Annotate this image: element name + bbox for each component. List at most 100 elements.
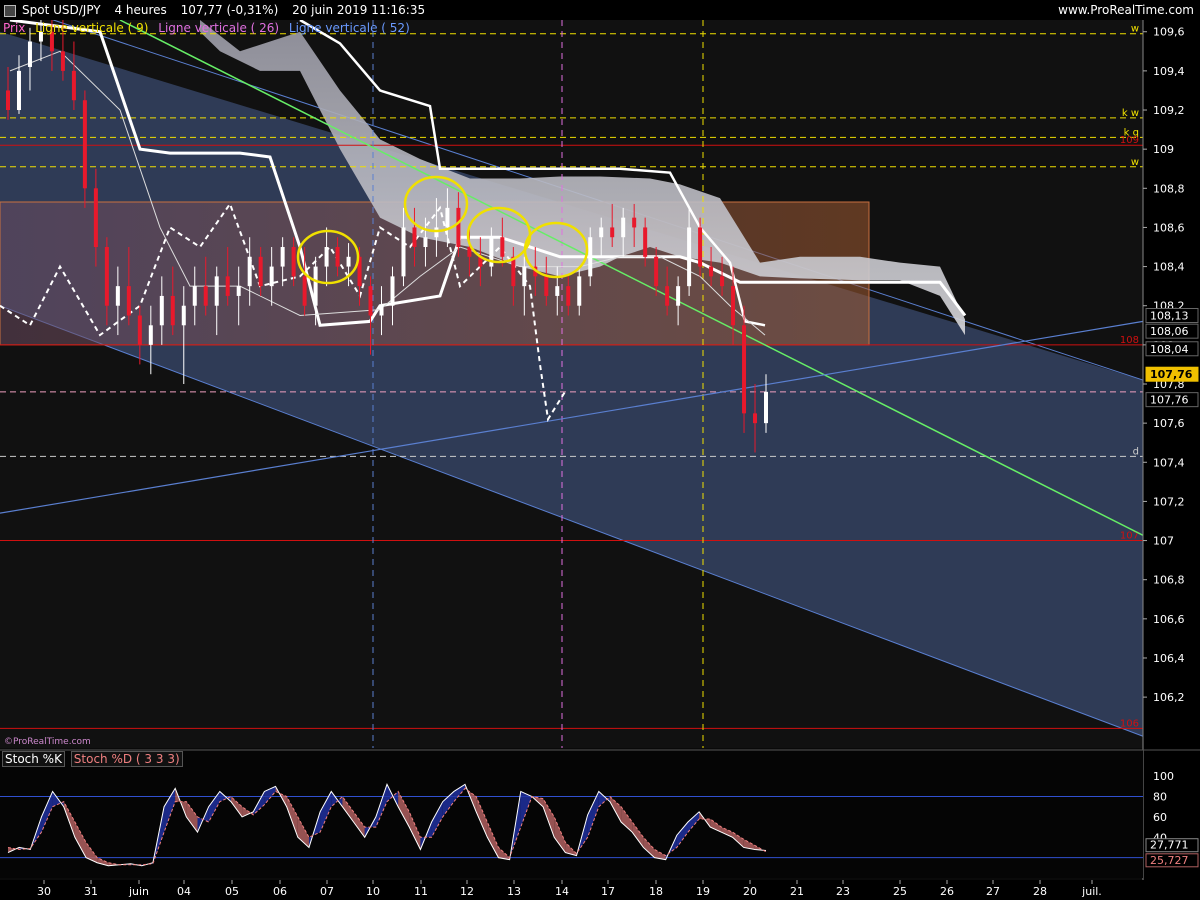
candle-body-54: [599, 227, 604, 238]
x-tick-label-1: 31: [84, 885, 98, 898]
x-tick-label-11: 14: [555, 885, 569, 898]
x-tick-label-4: 05: [225, 885, 239, 898]
level-label-6: d: [1133, 446, 1139, 457]
candle-body-39: [434, 227, 439, 238]
stoch-pane-bg: [0, 750, 1143, 878]
y-tick-label-10: 107,6: [1153, 417, 1185, 430]
stoch-k-label[interactable]: Stoch %K: [2, 751, 65, 767]
candle-body-29: [324, 247, 329, 267]
candle-body-61: [676, 286, 681, 306]
x-tick-label-14: 19: [696, 885, 710, 898]
candle-body-22: [247, 256, 252, 287]
candle-body-11: [126, 286, 131, 316]
candle-body-20: [225, 276, 230, 296]
candle-body-15: [170, 295, 175, 326]
candle-body-52: [577, 276, 582, 306]
legend-prix[interactable]: Prix: [2, 21, 26, 35]
x-tick-label-20: 27: [986, 885, 1000, 898]
chart-header: Spot USD/JPY 4 heures 107,77 (-0,31%) 20…: [0, 0, 1200, 20]
y-tick-label-5: 108,6: [1153, 221, 1185, 234]
candle-body-8: [93, 188, 98, 248]
candle-body-47: [522, 266, 527, 287]
candle-body-5: [60, 51, 65, 71]
candle-body-57: [632, 217, 637, 228]
candle-body-14: [159, 295, 164, 326]
candle-body-62: [687, 227, 692, 287]
level-label-8: 106: [1120, 718, 1139, 729]
x-tick-label-12: 17: [601, 885, 615, 898]
price-tag-1: 108,06: [1150, 325, 1189, 338]
stoch-legend: Stoch %K Stoch %D ( 3 3 3): [2, 751, 185, 767]
y-tick-label-1: 109,4: [1153, 65, 1185, 78]
quote: 107,77 (-0,31%): [180, 3, 279, 17]
chart-window: wk wk q 109 w 108 d 107 106 109,6 109,4 109,2 109…: [0, 0, 1200, 900]
candle-body-66: [731, 286, 736, 326]
candle-body-51: [566, 286, 571, 306]
legend-vertical-9[interactable]: Ligne verticale ( 9): [34, 21, 149, 35]
candle-body-36: [401, 227, 406, 277]
stoch-d-value: 25,727: [1150, 854, 1189, 867]
x-tick-label-6: 07: [320, 885, 334, 898]
price-tag-2: 108,04: [1150, 343, 1189, 356]
candle-body-28: [313, 266, 318, 306]
x-tick-label-10: 13: [507, 885, 521, 898]
y-tick-label-13: 107: [1153, 535, 1174, 548]
legend-vertical-52[interactable]: Ligne verticale ( 52): [288, 21, 411, 35]
y-tick-label-12: 107,2: [1153, 495, 1185, 508]
y-tick-label-17: 106,2: [1153, 691, 1185, 704]
brand-link[interactable]: www.ProRealTime.com: [1058, 0, 1194, 20]
datetime: 20 juin 2019 11:16:35: [292, 3, 426, 17]
candle-body-55: [610, 227, 615, 238]
candle-body-31: [346, 256, 351, 267]
candle-body-46: [511, 256, 516, 287]
candle-body-38: [423, 237, 428, 248]
stoch-y-tick-2: 60: [1153, 811, 1167, 824]
x-tick-label-16: 21: [790, 885, 804, 898]
candle-body-23: [258, 256, 263, 287]
price-tag-0: 108,13: [1150, 310, 1189, 323]
candle-body-33: [368, 286, 373, 316]
stoch-d-label[interactable]: Stoch %D ( 3 3 3): [70, 751, 183, 767]
candle-body-58: [643, 227, 648, 257]
candle-body-64: [709, 266, 714, 277]
legend-vertical-26[interactable]: Ligne verticale ( 26): [157, 21, 280, 35]
x-tick-label-22: juil.: [1081, 885, 1102, 898]
candle-body-21: [236, 286, 241, 296]
y-tick-label-14: 106,8: [1153, 574, 1185, 587]
x-tick-label-0: 30: [37, 885, 51, 898]
x-tick-label-18: 25: [893, 885, 907, 898]
x-tick-label-21: 28: [1033, 885, 1047, 898]
stoch-y-tick-1: 80: [1153, 791, 1167, 804]
candle-body-50: [555, 286, 560, 296]
candle-body-30: [335, 247, 340, 267]
x-tick-label-17: 23: [836, 885, 850, 898]
instrument-name: Spot USD/JPY: [22, 3, 101, 17]
candle-body-34: [379, 305, 384, 316]
watermark: ©ProRealTime.com: [4, 737, 91, 747]
candle-body-41: [456, 207, 461, 248]
candle-body-6: [71, 70, 76, 101]
candle-body-1: [16, 70, 21, 111]
y-tick-label-11: 107,4: [1153, 456, 1185, 469]
candle-body-13: [148, 325, 153, 345]
timeframe: 4 heures: [114, 3, 167, 17]
x-tick-label-13: 18: [649, 885, 663, 898]
candle-body-2: [27, 41, 32, 67]
candle-body-12: [137, 315, 142, 345]
candle-body-60: [665, 286, 670, 306]
candle-body-18: [203, 286, 208, 306]
x-tick-label-8: 11: [414, 885, 428, 898]
candle-body-25: [280, 247, 285, 267]
stoch-k-value: 27,771: [1150, 839, 1189, 852]
indicator-legend: Prix Ligne verticale ( 9) Ligne vertical…: [2, 20, 415, 36]
candle-body-63: [698, 227, 703, 267]
candle-body-40: [445, 207, 450, 228]
x-tick-label-9: 12: [460, 885, 474, 898]
candle-body-24: [269, 266, 274, 287]
window-menu-icon[interactable]: [4, 5, 16, 17]
x-tick-label-2: juin: [128, 885, 149, 898]
y-tick-label-3: 109: [1153, 143, 1174, 156]
y-tick-label-16: 106,4: [1153, 652, 1185, 665]
y-tick-label-6: 108,4: [1153, 261, 1185, 274]
candle-body-0: [6, 90, 10, 111]
